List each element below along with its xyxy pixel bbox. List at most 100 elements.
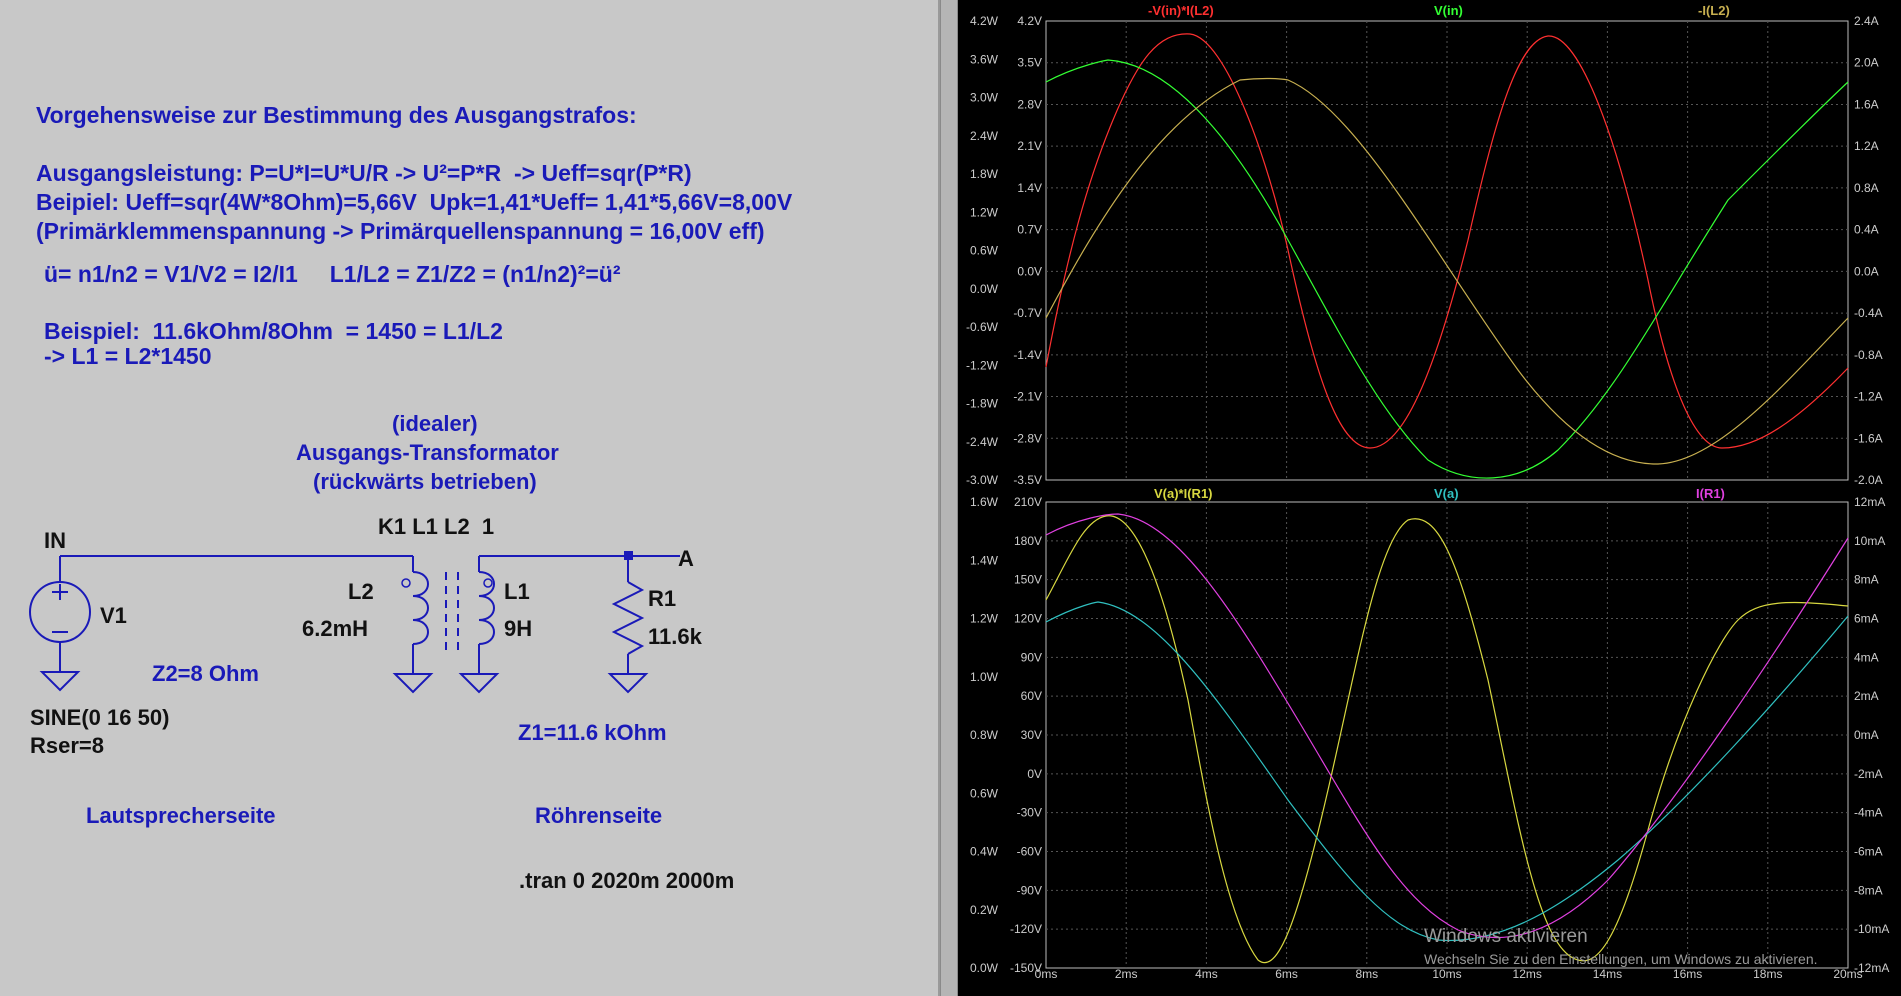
y-tick-label-power: 0.4W <box>970 845 999 859</box>
coupling-directive[interactable]: K1 L1 L2 1 <box>378 514 494 540</box>
note-line: Beispiel: 11.6kOhm/8Ohm = 1450 = L1/L2 <box>44 318 503 344</box>
l1-name[interactable]: L1 <box>504 579 530 605</box>
trace-label-i-r1[interactable]: I(R1) <box>1696 486 1725 501</box>
activation-watermark-text: Wechseln Sie zu den Einstellungen, um Wi… <box>1424 951 1818 967</box>
x-tick-label: 4ms <box>1195 967 1218 981</box>
y-tick-label-current: 0.8A <box>1854 181 1879 195</box>
y-tick-label-current: 8mA <box>1854 573 1879 587</box>
y-tick-label-voltage: 2.1V <box>1017 139 1042 153</box>
y-tick-label-current: -1.6A <box>1854 431 1883 445</box>
pane-splitter[interactable] <box>940 0 958 996</box>
y-tick-label-power: 0.2W <box>970 903 999 917</box>
trace-label-power-a[interactable]: V(a)*I(R1) <box>1154 486 1213 501</box>
y-tick-label-current: 6mA <box>1854 612 1879 626</box>
activation-watermark-title: Windows aktivieren <box>1424 926 1588 947</box>
y-tick-label-voltage: 210V <box>1014 495 1042 509</box>
y-tick-label-power: 1.8W <box>970 167 999 181</box>
waveform-plot-svg[interactable]: 4.2W 3.6W 3.0W 2.4W 1.8W 1.2W 0.6W 0.0W -0.6W -1.… <box>958 0 1901 996</box>
y-tick-label-current: -8mA <box>1854 883 1883 897</box>
x-tick-label: 18ms <box>1753 967 1782 981</box>
y-tick-label-voltage: 0V <box>1027 767 1042 781</box>
y-tick-label-power: 1.2W <box>970 612 999 626</box>
note-line: Beipiel: Ueff=sqr(4W*8Ohm)=5,66V Upk=1,4… <box>36 189 793 215</box>
transformer-title: (rückwärts betrieben) <box>313 469 537 494</box>
side-label-speaker: Lautsprecherseite <box>86 803 276 828</box>
v1-rser[interactable]: Rser=8 <box>30 733 104 759</box>
y-tick-label-power: 0.6W <box>970 244 999 258</box>
y-tick-label-power: 2.4W <box>970 129 999 143</box>
z2-label: Z2=8 Ohm <box>152 661 259 686</box>
net-label-a[interactable]: A <box>678 546 694 572</box>
y-tick-label-power: 1.6W <box>970 495 999 509</box>
x-tick-label: 16ms <box>1673 967 1702 981</box>
waveform-viewer[interactable]: 4.2W 3.6W 3.0W 2.4W 1.8W 1.2W 0.6W 0.0W -0.6W -1.… <box>958 0 1901 996</box>
y-tick-label-voltage: -30V <box>1017 806 1042 820</box>
y-tick-label-voltage: 0.0V <box>1017 264 1042 278</box>
y-tick-label-power: 3.6W <box>970 52 999 66</box>
x-tick-label: 6ms <box>1275 967 1298 981</box>
x-tick-label: 10ms <box>1432 967 1461 981</box>
y-tick-label-voltage: 4.2V <box>1017 14 1042 28</box>
y-tick-label-voltage: -0.7V <box>1013 306 1042 320</box>
v1-value[interactable]: SINE(0 16 50) <box>30 705 169 731</box>
y-tick-label-voltage: 120V <box>1014 612 1042 626</box>
y-tick-label-voltage: 1.4V <box>1017 181 1042 195</box>
inductor-l2-symbol <box>412 571 429 645</box>
y-tick-label-voltage: -60V <box>1017 845 1042 859</box>
y-tick-label-voltage: -1.4V <box>1013 348 1042 362</box>
y-tick-label-voltage: -2.8V <box>1013 431 1042 445</box>
y-tick-label-current: -0.4A <box>1854 306 1883 320</box>
trace-label-power-in[interactable]: -V(in)*I(L2) <box>1148 3 1214 18</box>
y-tick-label-voltage: 30V <box>1021 728 1042 742</box>
y-tick-label-power: 4.2W <box>970 14 999 28</box>
y-tick-label-current: 4mA <box>1854 650 1879 664</box>
r1-value[interactable]: 11.6k <box>648 624 702 650</box>
y-tick-label-voltage: -90V <box>1017 883 1042 897</box>
note-line: ü= n1/n2 = V1/V2 = I2/I1 L1/L2 = Z1/Z2 =… <box>44 261 621 287</box>
y-tick-label-current: -12mA <box>1854 961 1889 975</box>
v1-name[interactable]: V1 <box>100 603 127 629</box>
y-tick-label-voltage: 180V <box>1014 534 1042 548</box>
y-tick-label-current: 2.4A <box>1854 14 1879 28</box>
y-tick-label-power: -2.4W <box>966 435 999 449</box>
y-tick-label-current: 0mA <box>1854 728 1879 742</box>
y-tick-label-power: 1.0W <box>970 670 999 684</box>
plot-pane-top[interactable] <box>958 0 1901 490</box>
y-tick-label-power: -1.2W <box>966 358 999 372</box>
y-tick-label-current: -0.8A <box>1854 348 1883 362</box>
y-tick-label-current: -2mA <box>1854 767 1883 781</box>
y-tick-label-power: 1.4W <box>970 553 999 567</box>
y-tick-label-voltage: 3.5V <box>1017 56 1042 70</box>
trace-label-i-l2[interactable]: -I(L2) <box>1698 3 1730 18</box>
note-heading: Vorgehensweise zur Bestimmung des Ausgan… <box>36 102 637 128</box>
y-tick-label-voltage: -150V <box>1010 961 1042 975</box>
y-tick-label-power: 1.2W <box>970 205 999 219</box>
l2-name[interactable]: L2 <box>348 579 374 605</box>
y-tick-label-current: 1.2A <box>1854 139 1879 153</box>
schematic-pane[interactable]: Vorgehensweise zur Bestimmung des Ausgan… <box>0 0 940 996</box>
r1-name[interactable]: R1 <box>648 586 676 612</box>
trace-label-v-in[interactable]: V(in) <box>1434 3 1463 18</box>
y-tick-label-current: 0.4A <box>1854 223 1879 237</box>
y-tick-label-voltage: 0.7V <box>1017 223 1042 237</box>
resistor-r1-symbol <box>611 581 645 655</box>
y-tick-label-power: -3.0W <box>966 473 999 487</box>
schematic-wires <box>29 551 680 694</box>
y-tick-label-current: 2mA <box>1854 689 1879 703</box>
y-tick-label-power: 0.0W <box>970 961 999 975</box>
tran-directive[interactable]: .tran 0 2020m 2000m <box>519 868 734 894</box>
x-tick-label: 2ms <box>1115 967 1138 981</box>
y-tick-label-current: -1.2A <box>1854 390 1883 404</box>
x-tick-label: 12ms <box>1513 967 1542 981</box>
y-tick-label-current: 12mA <box>1854 495 1885 509</box>
y-tick-label-power: -0.6W <box>966 320 999 334</box>
net-label-in[interactable]: IN <box>44 528 66 554</box>
plot-pane-bottom[interactable] <box>958 490 1901 996</box>
l1-value[interactable]: 9H <box>504 616 532 642</box>
y-tick-label-power: 0.6W <box>970 786 999 800</box>
trace-label-v-a[interactable]: V(a) <box>1434 486 1459 501</box>
l2-value[interactable]: 6.2mH <box>302 616 368 642</box>
y-tick-label-current: -10mA <box>1854 922 1889 936</box>
transformer-title: Ausgangs-Transformator <box>296 440 559 465</box>
y-tick-label-voltage: -2.1V <box>1013 390 1042 404</box>
